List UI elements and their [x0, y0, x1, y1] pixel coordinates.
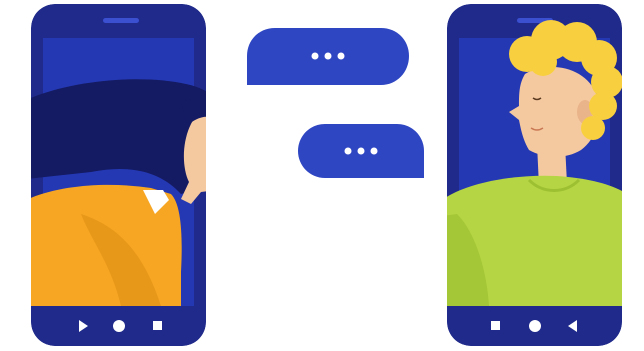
stop-square-icon[interactable] [491, 321, 500, 330]
left-phone [31, 4, 206, 346]
typing-dots-icon [311, 52, 345, 60]
speech-bubble-left [247, 28, 409, 85]
home-circle-icon[interactable] [529, 320, 541, 332]
typing-bubble [298, 124, 424, 178]
speaker-slot [103, 18, 139, 23]
home-circle-icon[interactable] [113, 320, 125, 332]
right-phone-illustration [447, 4, 622, 346]
typing-dots-icon [344, 147, 378, 155]
typing-bubble [247, 28, 409, 85]
speech-bubble-right [298, 124, 424, 178]
stop-square-icon[interactable] [153, 321, 162, 330]
left-phone-illustration [31, 4, 206, 346]
right-phone [447, 4, 622, 346]
